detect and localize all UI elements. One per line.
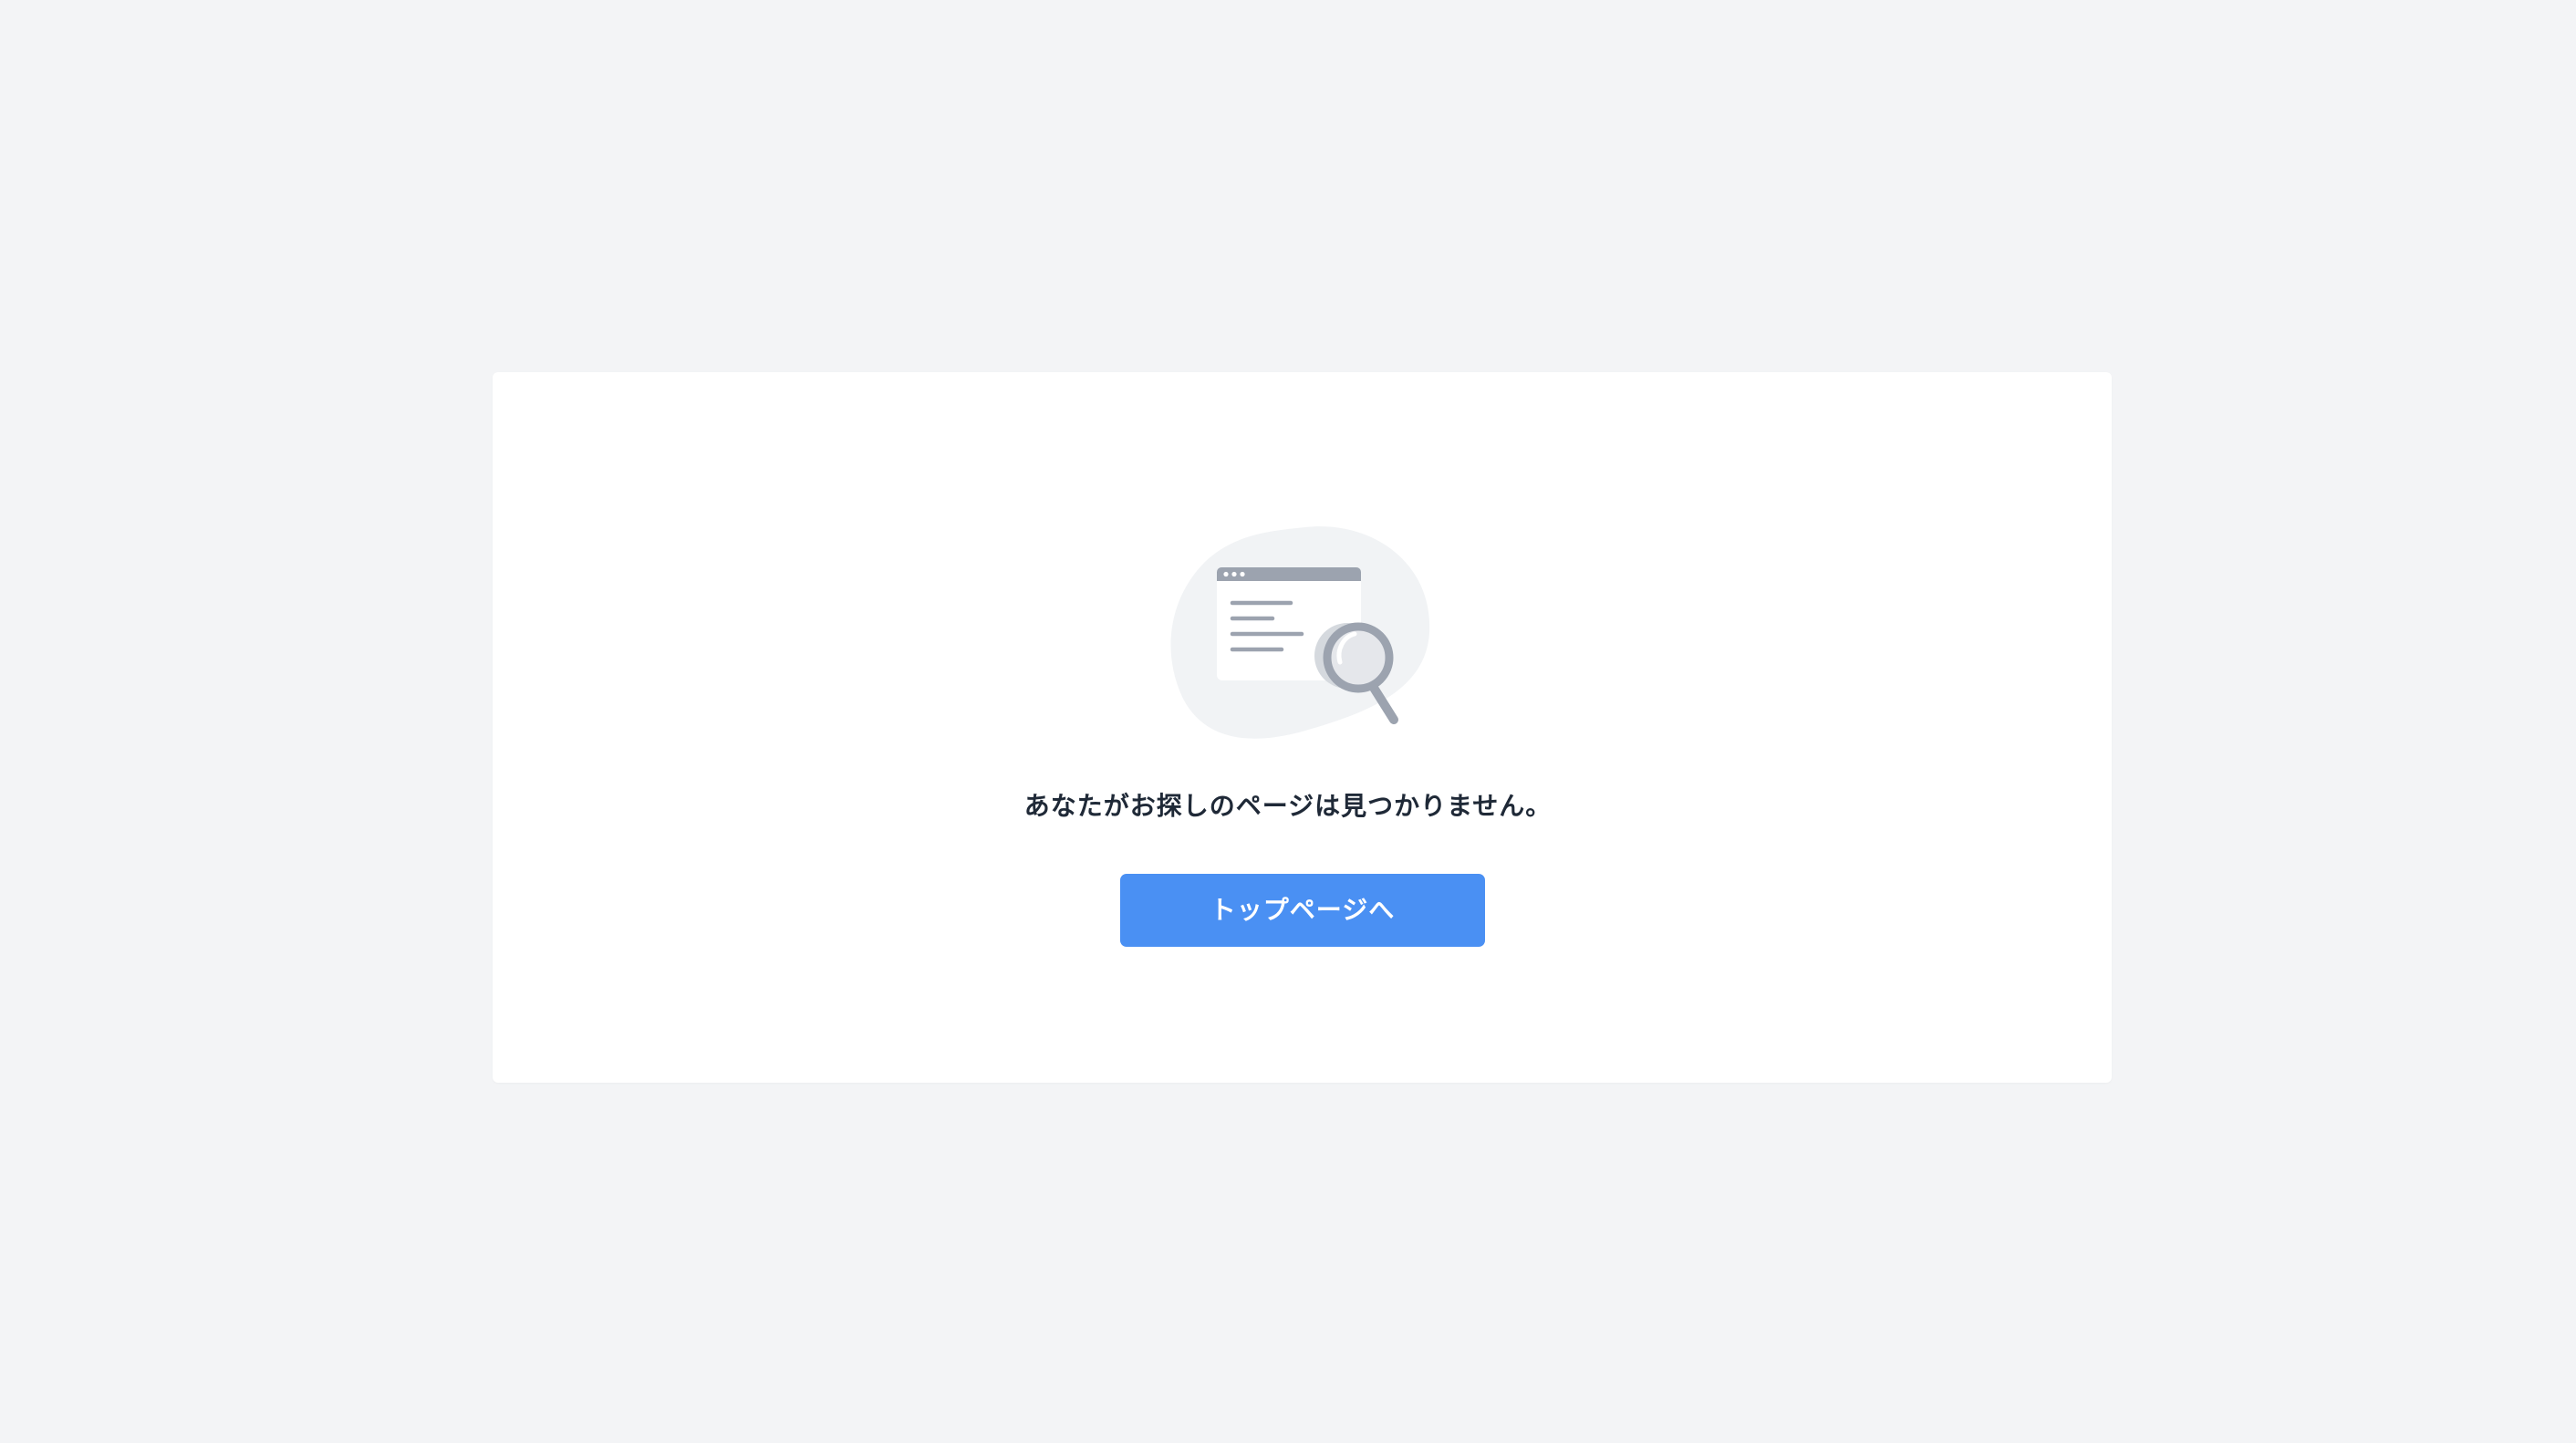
page-not-found-magnifier-icon	[1170, 526, 1430, 739]
magnifier-lens	[1323, 622, 1394, 693]
not-found-message: あなたがお探しのページは見つかりません。	[1023, 791, 1553, 821]
top-page-button[interactable]: トップページへ	[1120, 874, 1485, 947]
